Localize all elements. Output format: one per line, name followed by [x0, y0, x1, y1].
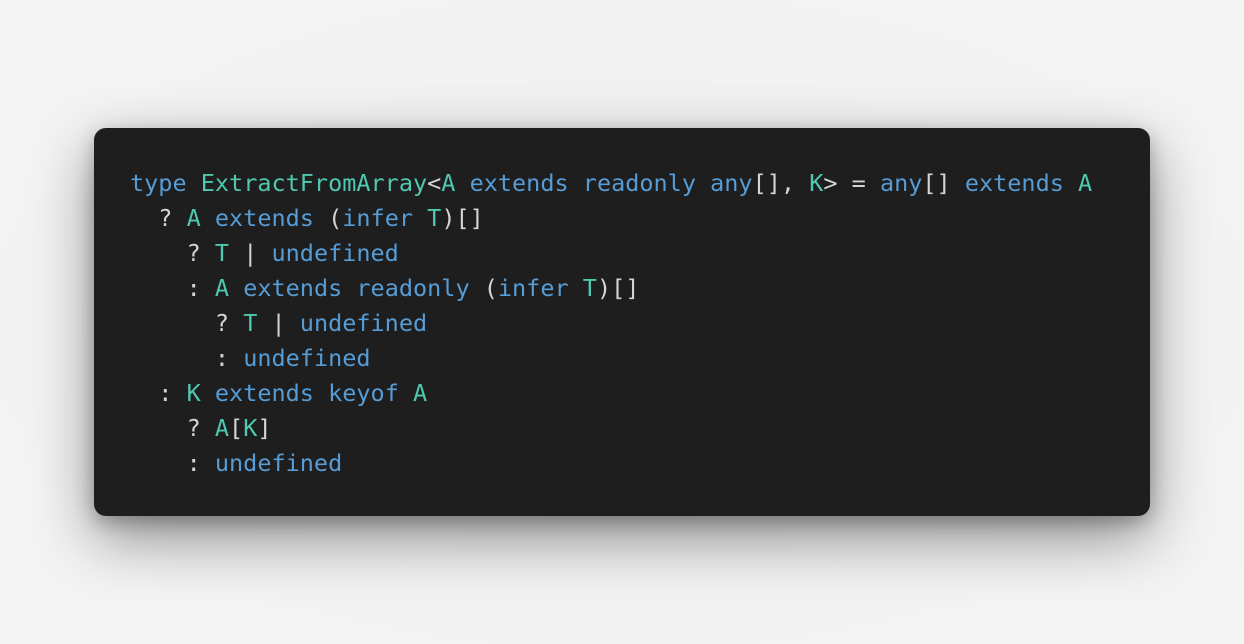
- keyword-token: keyof: [328, 379, 399, 407]
- page-background: type ExtractFromArray<A extends readonly…: [0, 0, 1244, 644]
- type-token: K: [186, 379, 201, 407]
- punctuation-token: [569, 274, 583, 302]
- keyword-token: type: [130, 169, 187, 197]
- punctuation-token: [201, 379, 215, 407]
- punctuation-token: [314, 379, 328, 407]
- punctuation-token: ]: [257, 414, 272, 442]
- type-token: T: [243, 309, 258, 337]
- punctuation-token: []: [922, 169, 965, 197]
- code-line-4: : A extends readonly (infer T)[]: [130, 271, 1150, 306]
- type-token: ExtractFromArray: [200, 169, 428, 197]
- punctuation-token: ?: [130, 414, 215, 442]
- punctuation-token: |: [229, 239, 272, 267]
- punctuation-token: [413, 204, 427, 232]
- keyword-token: extends: [243, 274, 343, 302]
- code-line-2: ? A extends (infer T)[]: [130, 201, 1150, 236]
- keyword-token: extends: [214, 204, 314, 232]
- punctuation-token: [187, 169, 201, 197]
- punctuation-token: <: [427, 169, 442, 197]
- keyword-token: undefined: [299, 309, 428, 337]
- keyword-token: extends: [214, 379, 314, 407]
- punctuation-token: [569, 169, 583, 197]
- punctuation-token: [696, 169, 710, 197]
- type-token: T: [214, 239, 230, 267]
- keyword-token: infer: [497, 274, 569, 302]
- code-line-5: ? T | undefined: [130, 306, 1150, 341]
- punctuation-token: [1064, 169, 1078, 197]
- keyword-token: undefined: [243, 344, 371, 372]
- punctuation-token: )[]: [441, 204, 484, 232]
- type-token: T: [582, 274, 597, 302]
- code-line-8: ? A[K]: [130, 411, 1150, 446]
- type-token: A: [413, 379, 428, 407]
- type-token: A: [214, 414, 230, 442]
- punctuation-token: ?: [130, 239, 215, 267]
- punctuation-token: [342, 274, 356, 302]
- code-line-9: : undefined: [130, 446, 1150, 481]
- keyword-token: undefined: [214, 449, 343, 477]
- code-line-7: : K extends keyof A: [130, 376, 1150, 411]
- punctuation-token: (: [313, 204, 343, 232]
- type-token: A: [441, 169, 456, 197]
- type-token: K: [243, 414, 258, 442]
- keyword-token: readonly: [582, 169, 696, 197]
- type-token: A: [214, 274, 230, 302]
- punctuation-token: :: [130, 449, 215, 477]
- punctuation-token: [229, 274, 243, 302]
- punctuation-token: > =: [823, 169, 880, 197]
- code-snippet-window: type ExtractFromArray<A extends readonly…: [94, 128, 1150, 516]
- keyword-token: readonly: [356, 274, 470, 302]
- punctuation-token: ?: [130, 309, 244, 337]
- punctuation-token: [455, 169, 469, 197]
- keyword-token: undefined: [271, 239, 399, 267]
- punctuation-token: )[]: [596, 274, 640, 302]
- keyword-token: extends: [469, 169, 569, 197]
- keyword-token: any: [710, 169, 753, 197]
- punctuation-token: :: [130, 379, 187, 407]
- code-block: type ExtractFromArray<A extends readonly…: [130, 166, 1150, 481]
- code-line-1: type ExtractFromArray<A extends readonly…: [130, 166, 1150, 201]
- type-token: K: [809, 169, 824, 197]
- code-line-3: ? T | undefined: [130, 236, 1150, 271]
- type-token: A: [186, 204, 201, 232]
- punctuation-token: [399, 379, 413, 407]
- punctuation-token: [],: [752, 169, 810, 197]
- punctuation-token: |: [257, 309, 300, 337]
- code-line-6: : undefined: [130, 341, 1150, 376]
- type-token: T: [427, 204, 442, 232]
- keyword-token: extends: [964, 169, 1064, 197]
- punctuation-token: ?: [130, 204, 187, 232]
- punctuation-token: :: [130, 274, 215, 302]
- punctuation-token: [201, 204, 215, 232]
- punctuation-token: :: [130, 344, 244, 372]
- keyword-token: any: [879, 169, 923, 197]
- punctuation-token: (: [469, 274, 498, 302]
- keyword-token: infer: [342, 204, 413, 232]
- type-token: A: [1078, 169, 1093, 197]
- punctuation-token: [: [229, 414, 244, 442]
